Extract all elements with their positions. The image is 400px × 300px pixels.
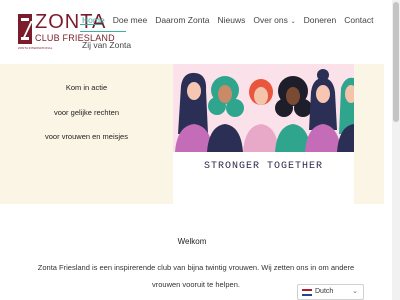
- logo-tagline: ZONTA INTERNATIONAL: [18, 46, 53, 50]
- women-illustration: STRONGER TOGETHER: [173, 64, 354, 204]
- hero-text-block: Kom in actie voor gelijke rechten voor v…: [0, 64, 173, 204]
- nav-item-doneren[interactable]: Doneren: [304, 15, 337, 25]
- zonta-logo[interactable]: ZONTA CLUB FRIESLAND ZONTA INTERNATIONAL: [17, 11, 115, 50]
- zonta-emblem-icon: [17, 14, 33, 44]
- hero-right-margin: [354, 64, 384, 204]
- nav-item-doe-mee[interactable]: Doe mee: [113, 15, 148, 25]
- language-switcher[interactable]: Dutch ⌄: [297, 284, 364, 300]
- hero-line-3: voor vrouwen en meisjes: [45, 132, 128, 141]
- hero-line-2: voor gelijke rechten: [53, 108, 120, 117]
- scrollbar-thumb[interactable]: [393, 2, 399, 122]
- nav-item-contact[interactable]: Contact: [344, 15, 373, 25]
- welcome-text-line-1: Zonta Friesland is een inspirerende club…: [37, 263, 355, 272]
- hero-banner: Kom in actie voor gelijke rechten voor v…: [0, 64, 384, 204]
- language-label: Dutch: [315, 288, 334, 295]
- hero-caption: STRONGER TOGETHER: [203, 161, 324, 172]
- netherlands-flag-icon: [302, 289, 312, 296]
- site-header: ZONTA CLUB FRIESLAND ZONTA INTERNATIONAL…: [0, 0, 400, 62]
- nav-item-over-ons[interactable]: Over ons ⌄: [253, 15, 295, 25]
- nav-item-nieuws[interactable]: Nieuws: [218, 15, 246, 25]
- main-nav: Home Doe mee Daarom Zonta Nieuws Over on…: [82, 15, 382, 25]
- nav-active-indicator-lower: [80, 31, 126, 32]
- nav-item-zij-van-zonta[interactable]: Zij van Zonta: [82, 40, 131, 50]
- nav-item-over-ons-label: Over ons: [253, 15, 288, 25]
- chevron-down-icon: ⌄: [288, 19, 296, 25]
- hero-line-1: Kom in actie: [65, 83, 108, 92]
- welcome-title: Welkom: [177, 237, 207, 246]
- chevron-down-icon: ⌄: [352, 288, 358, 295]
- page-scrollbar[interactable]: [392, 0, 400, 300]
- nav-active-indicator: [80, 24, 102, 25]
- women-illustration-svg: [173, 69, 354, 204]
- nav-item-daarom-zonta[interactable]: Daarom Zonta: [155, 15, 209, 25]
